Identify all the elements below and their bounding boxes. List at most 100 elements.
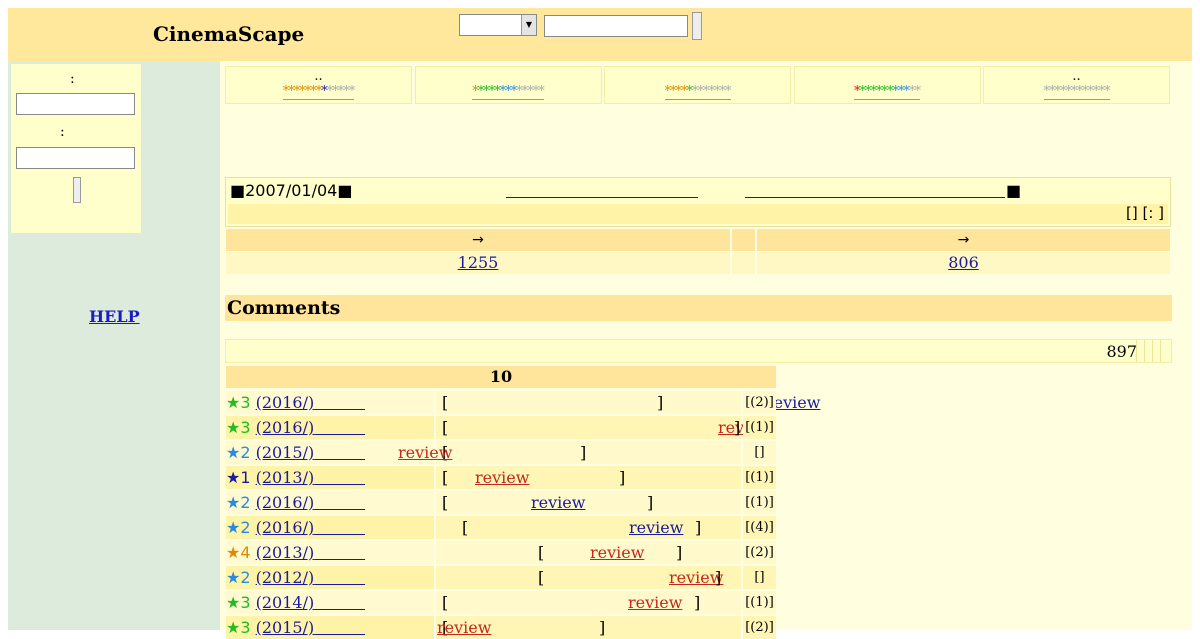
- comment-user-cell: ★2 (2012/): [226, 566, 434, 589]
- comment-user-link[interactable]: (2015/): [256, 443, 315, 462]
- comment-user-link-tail[interactable]: [314, 618, 365, 637]
- comment-user-link[interactable]: (2013/): [256, 468, 315, 487]
- rating-cell: ************: [604, 66, 791, 104]
- comment-review-cell: [review]: [436, 466, 741, 489]
- comment-user-cell: ★4 (2013/): [226, 541, 434, 564]
- username-input[interactable]: [16, 93, 135, 115]
- info-link-2[interactable]: [745, 183, 1005, 198]
- review-bracket-open: [: [442, 393, 449, 412]
- rating-cell: .. ************: [983, 66, 1170, 104]
- rating-star-bar[interactable]: ************: [664, 85, 731, 100]
- comments-table-header: 10: [226, 366, 776, 388]
- comments-total: 897: [1106, 342, 1137, 361]
- rating-star-bar[interactable]: ************: [854, 84, 921, 100]
- counts-table: → → 1255 806: [226, 229, 1171, 275]
- count-header-1: →: [226, 229, 730, 251]
- review-bracket-close: ]: [657, 393, 664, 412]
- comment-user-link[interactable]: (2013/): [256, 543, 315, 562]
- comment-user-link-tail[interactable]: [314, 443, 365, 462]
- count-value-2[interactable]: 806: [948, 253, 979, 272]
- review-link[interactable]: review: [629, 516, 683, 539]
- info-marker: ■: [1006, 181, 1022, 200]
- rating-star-segment: *****: [516, 84, 544, 99]
- site-logo[interactable]: CinemaScape: [153, 22, 304, 46]
- review-link[interactable]: review: [590, 541, 644, 564]
- review-link[interactable]: review: [437, 616, 491, 639]
- comment-user-link-tail[interactable]: [314, 518, 365, 537]
- rating-star-segment: ****: [477, 84, 501, 99]
- comment-user-link[interactable]: (2016/): [256, 493, 315, 512]
- review-bracket-open: [: [442, 493, 449, 512]
- site-header: CinemaScape ▼: [8, 8, 1192, 61]
- comment-review-cell: [review]: [436, 491, 741, 514]
- comment-row: ★3 (2014/) [review] [(1)]: [226, 591, 776, 614]
- comment-user-link[interactable]: (2014/): [256, 593, 315, 612]
- info-tail: [] [: ]: [1126, 204, 1164, 222]
- comment-user-link-tail[interactable]: [314, 568, 365, 587]
- help-link[interactable]: HELP: [89, 307, 140, 326]
- count-value-1[interactable]: 1255: [458, 253, 499, 272]
- rating-star-bar[interactable]: ************: [1043, 85, 1111, 100]
- info-link-1[interactable]: [506, 183, 698, 198]
- comment-user-link-tail[interactable]: [314, 468, 365, 487]
- comment-count-cell[interactable]: [(1)]: [743, 591, 776, 614]
- comment-count-cell[interactable]: [(1)]: [743, 416, 776, 439]
- review-link[interactable]: review: [628, 591, 682, 614]
- comment-row: ★2 (2015/) [review][]: [226, 441, 776, 464]
- review-bracket-close: ]: [715, 568, 722, 587]
- comment-row: ★3 (2016/) [review][(1)]: [226, 416, 776, 439]
- rating-dots: [605, 70, 790, 84]
- search-button[interactable]: [692, 12, 702, 40]
- chevron-down-icon[interactable]: ▼: [521, 15, 536, 35]
- comment-count-cell[interactable]: [(1)]: [743, 466, 776, 489]
- comment-user-link-tail[interactable]: [314, 393, 365, 412]
- rating-star-segment: **: [909, 84, 921, 99]
- rating-star-segment: *******: [282, 84, 322, 99]
- comment-review-cell: [review]: [436, 566, 741, 589]
- comment-count-cell[interactable]: [(2)]: [743, 541, 776, 564]
- rating-star-bar[interactable]: *************: [472, 84, 545, 100]
- comment-count-cell[interactable]: []: [743, 566, 776, 589]
- review-link[interactable]: review: [531, 491, 585, 514]
- comment-count-cell[interactable]: []: [743, 441, 776, 464]
- comment-count-cell[interactable]: [(2)]: [743, 616, 776, 639]
- review-link[interactable]: review: [475, 466, 529, 489]
- star-icon: ★3: [226, 393, 251, 412]
- comment-user-link[interactable]: (2016/): [256, 418, 315, 437]
- comment-user-link-tail[interactable]: [314, 543, 365, 562]
- search-category-select[interactable]: ▼: [459, 14, 537, 36]
- comment-user-link[interactable]: (2016/): [256, 393, 315, 412]
- comment-user-link-tail[interactable]: [314, 493, 365, 512]
- rating-star-bar[interactable]: *************: [282, 84, 355, 100]
- comment-row: ★3 (2016/) [review] [(2)]: [226, 391, 820, 414]
- main-content: .. ************* ************* **********…: [220, 61, 1192, 639]
- comment-user-link[interactable]: (2012/): [256, 568, 315, 587]
- rating-star-segment: ******: [859, 84, 894, 99]
- comment-count-cell[interactable]: [(1)]: [743, 491, 776, 514]
- rating-cell: .. *************: [225, 66, 412, 104]
- rating-dots: ..: [1072, 69, 1081, 84]
- review-link[interactable]: review: [398, 441, 452, 464]
- comment-review-cell: [review]: [398, 441, 741, 464]
- login-button[interactable]: [73, 177, 81, 203]
- comment-user-link-tail[interactable]: [314, 593, 365, 612]
- review-bracket-close: ]: [694, 593, 701, 612]
- review-bracket-close: ]: [676, 543, 683, 562]
- star-icon: ★2: [226, 518, 251, 537]
- comment-user-link[interactable]: (2015/): [256, 618, 315, 637]
- comment-count-cell[interactable]: [(4)]: [743, 516, 776, 539]
- pager-cell[interactable]: [1160, 340, 1169, 362]
- comment-user-link-tail[interactable]: [314, 418, 365, 437]
- rating-dots: [416, 70, 601, 84]
- password-input[interactable]: [16, 147, 135, 169]
- rating-star-segment: *****: [326, 84, 355, 99]
- comment-user-cell: ★2 (2016/): [226, 516, 434, 539]
- comment-user-link[interactable]: (2016/): [256, 518, 315, 537]
- search-input[interactable]: [544, 15, 688, 37]
- rating-star-segment: ***: [499, 84, 517, 99]
- comment-review-cell: [review]: [436, 541, 741, 564]
- review-bracket-close: ]: [580, 443, 587, 462]
- star-icon: ★2: [226, 493, 251, 512]
- comment-count-cell[interactable]: [(2)]: [743, 391, 776, 414]
- password-label: :: [60, 124, 65, 140]
